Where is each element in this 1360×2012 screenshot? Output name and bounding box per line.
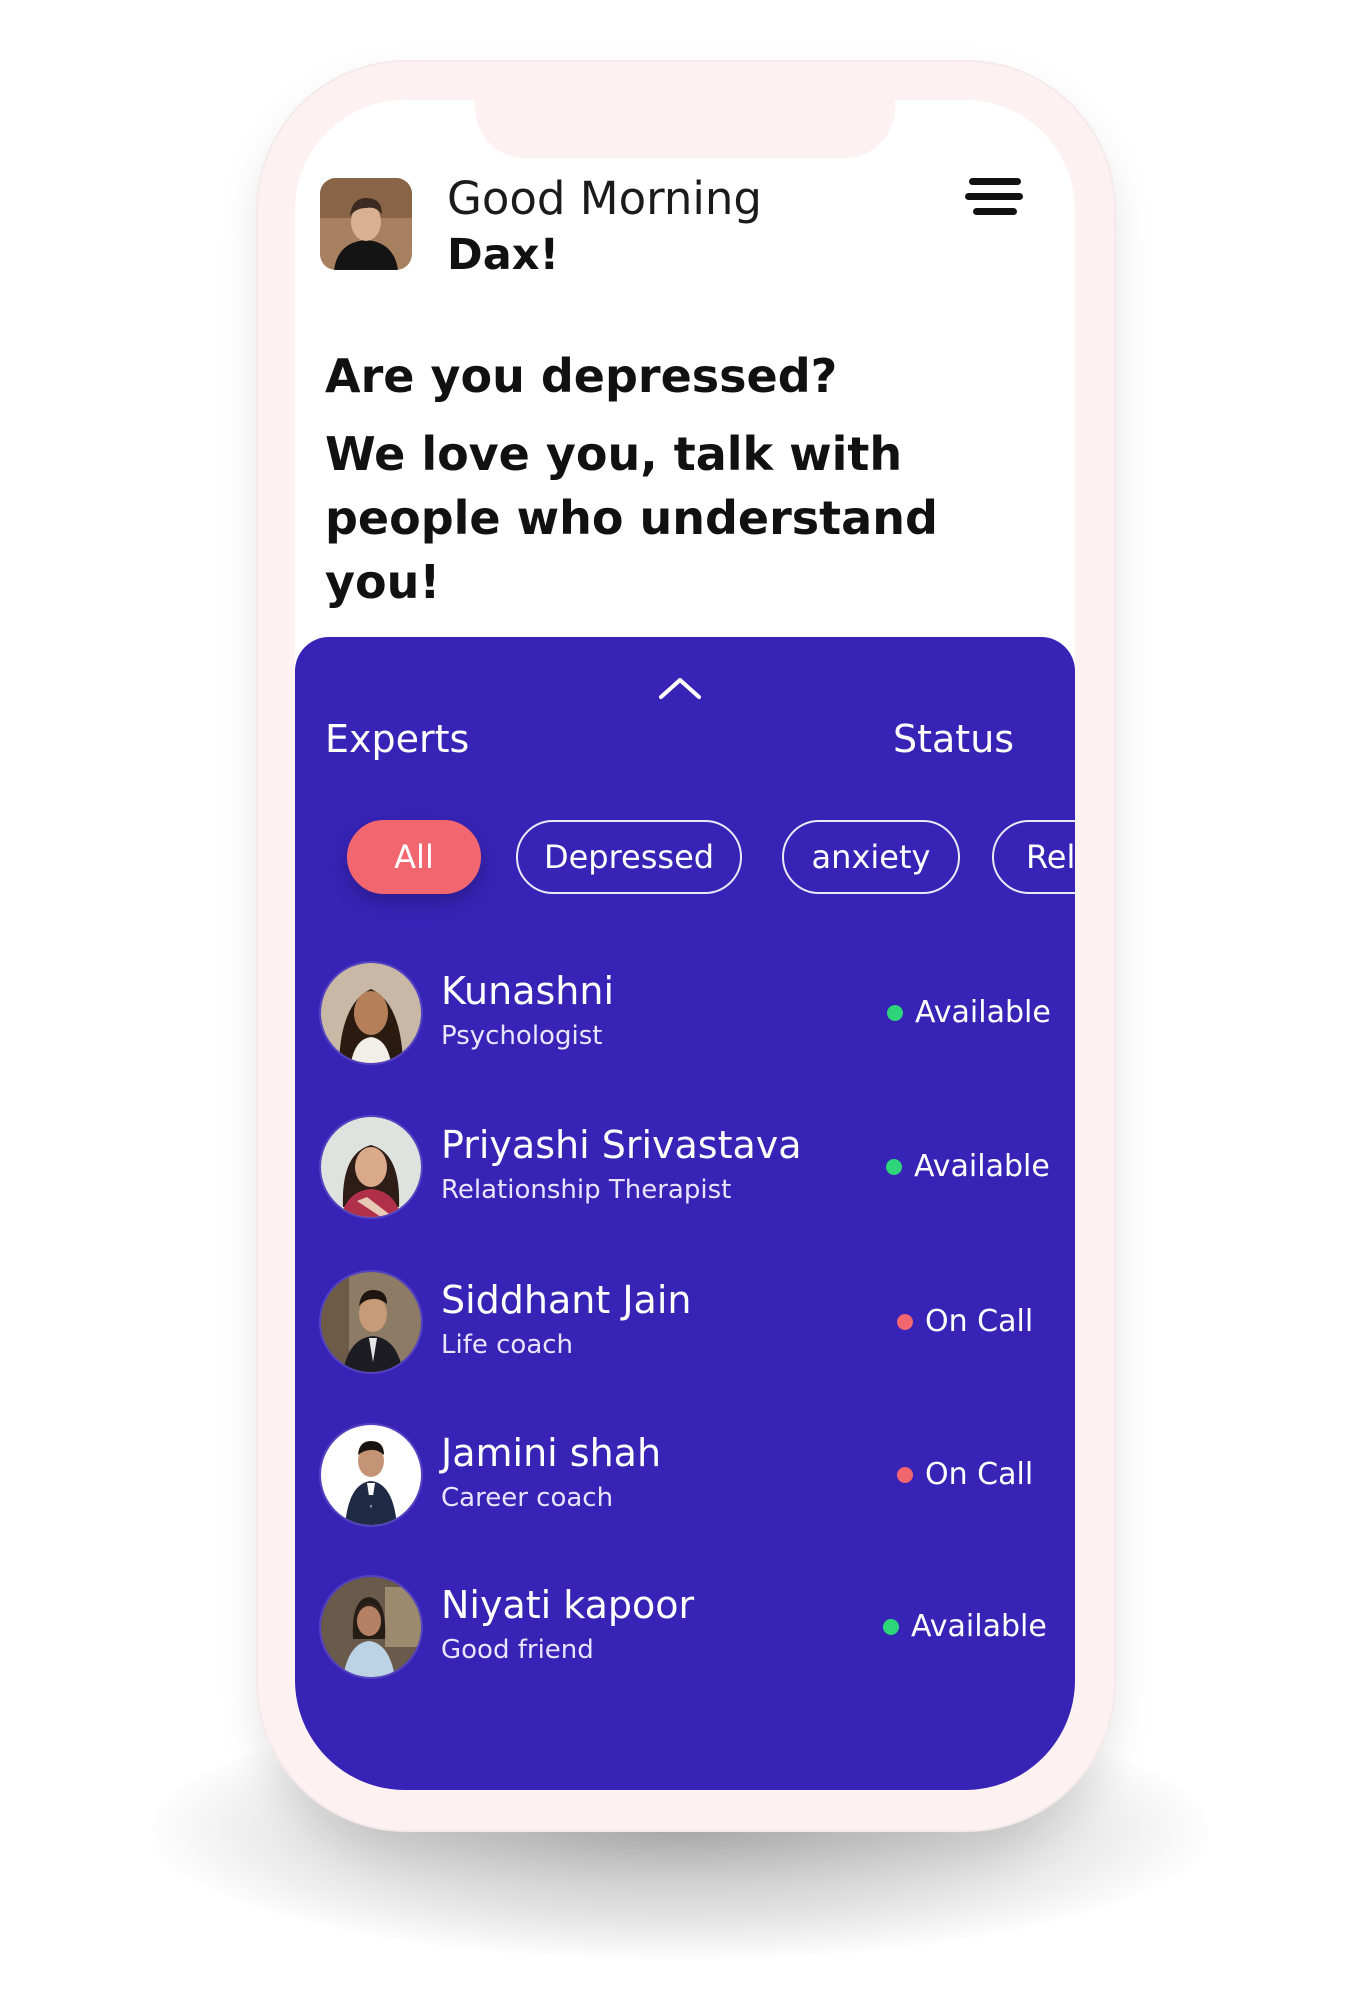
expert-row[interactable]: Niyati kapoor Good friend Available bbox=[295, 1577, 1075, 1687]
expert-row[interactable]: Kunashni Psychologist Available bbox=[295, 963, 1075, 1073]
expert-status: Available bbox=[887, 995, 1051, 1030]
status-text: Available bbox=[914, 1149, 1050, 1184]
expert-avatar bbox=[321, 1425, 421, 1525]
expert-status: On Call bbox=[897, 1304, 1033, 1339]
expert-row[interactable]: Priyashi Srivastava Relationship Therapi… bbox=[295, 1117, 1075, 1227]
filter-chip-all[interactable]: All bbox=[347, 820, 481, 894]
expert-name: Siddhant Jain bbox=[441, 1278, 692, 1322]
user-avatar[interactable] bbox=[320, 178, 412, 270]
status-text: On Call bbox=[925, 1304, 1034, 1339]
expert-avatar bbox=[321, 1117, 421, 1217]
expert-role: Psychologist bbox=[441, 1021, 603, 1051]
experts-label: Experts bbox=[325, 717, 470, 761]
expert-role: Relationship Therapist bbox=[441, 1175, 732, 1205]
expert-status: On Call bbox=[897, 1457, 1033, 1492]
phone-screen: Good Morning Dax! Are you depressed? We … bbox=[295, 100, 1075, 1790]
expert-name: Jamini shah bbox=[441, 1431, 662, 1475]
filter-chip-depressed[interactable]: Depressed bbox=[516, 820, 742, 894]
status-text: On Call bbox=[925, 1457, 1034, 1492]
expert-status: Available bbox=[883, 1609, 1047, 1644]
expert-avatar bbox=[321, 1272, 421, 1372]
status-text: Available bbox=[915, 995, 1051, 1030]
status-label: Status bbox=[893, 717, 1015, 761]
expert-avatar bbox=[321, 963, 421, 1063]
chevron-up-icon[interactable] bbox=[657, 675, 703, 701]
expert-role: Good friend bbox=[441, 1635, 594, 1665]
status-dot bbox=[887, 1004, 903, 1021]
expert-row[interactable]: Siddhant Jain Life coach On Call bbox=[295, 1272, 1075, 1382]
hamburger-menu-icon[interactable] bbox=[965, 178, 1025, 218]
greeting-text: Good Morning bbox=[447, 172, 762, 225]
headline-message: We love you, talk with people who unders… bbox=[325, 427, 938, 609]
user-name: Dax! bbox=[447, 230, 560, 280]
status-dot bbox=[897, 1466, 913, 1483]
expert-role: Career coach bbox=[441, 1483, 614, 1513]
status-dot bbox=[897, 1313, 913, 1330]
expert-name: Priyashi Srivastava bbox=[441, 1123, 802, 1167]
headline-question: Are you depressed? bbox=[325, 349, 838, 403]
notch bbox=[475, 100, 895, 158]
expert-role: Life coach bbox=[441, 1330, 574, 1360]
status-dot bbox=[886, 1158, 902, 1175]
headline: Are you depressed? We love you, talk wit… bbox=[325, 344, 1055, 614]
expert-name: Kunashni bbox=[441, 969, 615, 1013]
expert-row[interactable]: Jamini shah Career coach On Call bbox=[295, 1425, 1075, 1535]
expert-status: Available bbox=[886, 1149, 1050, 1184]
filter-chip-relationship[interactable]: Rel bbox=[992, 820, 1075, 894]
expert-name: Niyati kapoor bbox=[441, 1583, 695, 1627]
status-dot bbox=[883, 1618, 899, 1635]
filter-chip-anxiety[interactable]: anxiety bbox=[782, 820, 960, 894]
expert-avatar bbox=[321, 1577, 421, 1677]
status-text: Available bbox=[911, 1609, 1047, 1644]
experts-panel: Experts Status All Depressed anxiety Rel… bbox=[295, 637, 1075, 1790]
